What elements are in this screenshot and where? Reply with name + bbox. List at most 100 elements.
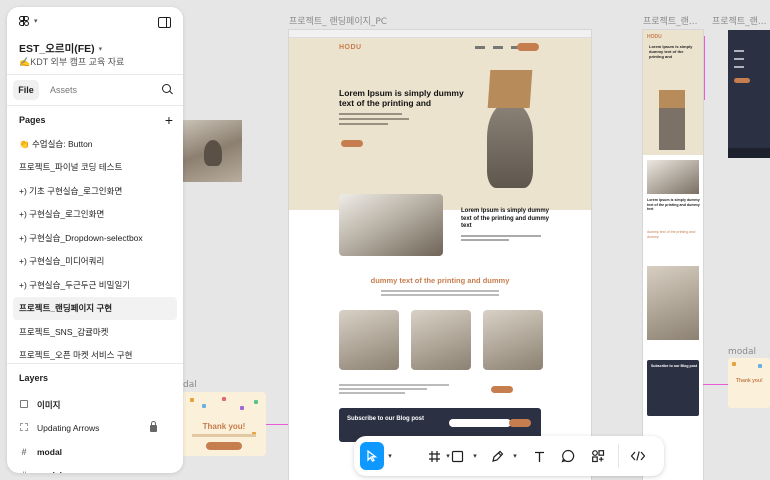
- menu-footer: [728, 148, 770, 158]
- modal-title: Thank you!: [736, 378, 763, 384]
- frame-label-right-1[interactable]: 프로젝트_랜...: [643, 14, 697, 27]
- landing-page-mobile-frame[interactable]: HODU Lorem Ipsum is simply dummy text of…: [643, 30, 703, 480]
- shape-tool-button[interactable]: [445, 442, 469, 470]
- layer-item[interactable]: Updating Arrows: [7, 417, 183, 441]
- frame-icon: [428, 450, 440, 462]
- mobile-hero-heading: Lorem Ipsum is simply dummy text of the …: [649, 44, 693, 59]
- modal-frame-right[interactable]: Thank you!: [728, 358, 770, 408]
- frame-icon: #: [19, 470, 29, 473]
- pen-icon: [491, 450, 503, 462]
- browser-bar: [289, 30, 591, 38]
- page-item[interactable]: 프로젝트_SNS_감귤마켓: [7, 320, 183, 344]
- subscribe-title: Subscribe to our Blog post: [347, 416, 425, 422]
- mobile-hero: HODU Lorem Ipsum is simply dummy text of…: [643, 30, 703, 155]
- page-item[interactable]: +) 기초 구현실습_로그인화면: [7, 179, 183, 203]
- modal-frame-left[interactable]: Thank you!: [182, 392, 266, 456]
- menu-line: [734, 50, 744, 52]
- bottom-toolbar: ▾ ▾ ▾ ▾: [354, 436, 664, 476]
- move-tool-button[interactable]: [360, 442, 384, 470]
- rectangle-icon: [451, 450, 463, 462]
- frame-tool-button[interactable]: [422, 442, 446, 470]
- mobile-subscribe-title: Subscribe to our Blog post: [651, 364, 698, 368]
- figma-logo-icon[interactable]: [19, 16, 31, 30]
- confetti: [222, 397, 226, 401]
- panel-toggle-icon[interactable]: [158, 17, 171, 28]
- hero-button: [341, 140, 363, 147]
- chevron-down-icon[interactable]: ▾: [511, 442, 519, 470]
- frame-label-landing-pc[interactable]: 프로젝트_ 랜딩페이지_PC: [289, 14, 387, 27]
- page-item[interactable]: 프로젝트_파이널 코딩 테스트: [7, 156, 183, 180]
- chevron-down-icon[interactable]: ▾: [34, 17, 38, 25]
- tab-file[interactable]: File: [13, 80, 39, 100]
- layers-panel: ▾ EST_오르미(FE) ▾ ✍️KDT 외부 캠프 교육 자료 File A…: [7, 7, 183, 473]
- cat-image-thumbnail[interactable]: [182, 120, 242, 182]
- mobile-subscribe: Subscribe to our Blog post: [647, 360, 699, 416]
- mobile-section-image: [647, 160, 699, 194]
- menu-button: [734, 78, 750, 83]
- image-icon: [19, 399, 29, 410]
- divider: [7, 74, 183, 75]
- page-item[interactable]: +) 구현실습_로그인화면: [7, 203, 183, 227]
- layer-item[interactable]: # modal: [7, 440, 183, 464]
- frame-label-right-2[interactable]: 프로젝트_랜...: [712, 14, 766, 27]
- confetti: [202, 404, 206, 408]
- landing-page-pc-frame[interactable]: HODU Lorem Ipsum is simply dummy text of…: [289, 30, 591, 480]
- hero-paragraph: [339, 113, 409, 128]
- layer-item[interactable]: # modal: [7, 464, 183, 473]
- actions-icon: [592, 450, 605, 463]
- file-name[interactable]: EST_오르미(FE) ▾: [19, 41, 102, 56]
- landing-nav: [475, 46, 521, 49]
- menu-line: [734, 66, 744, 68]
- pen-tool-button[interactable]: [485, 442, 509, 470]
- mobile-menu-frame[interactable]: [728, 30, 770, 158]
- prototype-connector: [703, 384, 728, 385]
- section-paragraph: [461, 235, 541, 243]
- lock-icon[interactable]: [150, 420, 157, 432]
- layer-item[interactable]: 이미지: [7, 393, 183, 417]
- chevron-down-icon[interactable]: ▾: [386, 442, 394, 470]
- page-item[interactable]: +) 구현실습_두근두근 비밀일기: [7, 273, 183, 297]
- modal-title: Thank you!: [202, 422, 246, 431]
- section-cat-image: [339, 194, 443, 256]
- toolbar-separator: [618, 444, 619, 468]
- dev-mode-toggle[interactable]: [624, 442, 652, 470]
- confetti: [732, 362, 736, 366]
- landing-nav-button: [517, 43, 539, 51]
- section3-heading: dummy text of the printing and dummy: [370, 276, 510, 285]
- chevron-down-icon[interactable]: ▾: [471, 442, 479, 470]
- comment-tool-button[interactable]: [556, 442, 580, 470]
- cat-gallery: [339, 310, 543, 370]
- divider: [7, 363, 183, 364]
- layer-name: 이미지: [37, 399, 61, 410]
- text-icon: [534, 451, 544, 462]
- page-item[interactable]: 👏 수업실습: Button: [7, 132, 183, 156]
- frame-label-modal-right[interactable]: modal: [728, 347, 756, 357]
- panel-top-bar: ▾: [7, 7, 183, 33]
- add-page-button[interactable]: +: [165, 113, 173, 127]
- search-icon[interactable]: [162, 84, 173, 95]
- file-title-text: EST_오르미(FE): [19, 43, 95, 55]
- page-item[interactable]: 프로젝트_랜딩페이지 구현: [13, 296, 177, 320]
- menu-line: [734, 58, 744, 60]
- divider: [7, 105, 183, 106]
- confetti: [240, 406, 244, 410]
- mobile-cat-gallery: [647, 266, 699, 340]
- tab-assets[interactable]: Assets: [50, 80, 77, 100]
- section4-paragraph: [339, 384, 449, 396]
- text-tool-button[interactable]: [527, 442, 551, 470]
- mobile-cat-image: [659, 90, 685, 150]
- mobile-section3-heading: dummy text of the printing and dummy: [647, 230, 696, 239]
- code-icon: [630, 451, 646, 461]
- comment-icon: [561, 449, 575, 463]
- layer-name: Updating Arrows: [37, 423, 100, 434]
- page-item[interactable]: +) 구현실습_미디어쿼리: [7, 250, 183, 274]
- prototype-connector: [704, 36, 705, 100]
- frame-label-modal-left[interactable]: dal: [183, 380, 197, 390]
- confetti: [758, 364, 762, 368]
- confetti: [254, 400, 258, 404]
- page-item[interactable]: +) 구현실습_Dropdown-selectbox: [7, 226, 183, 250]
- frame-icon: #: [21, 446, 27, 457]
- actions-tool-button[interactable]: [586, 442, 610, 470]
- subscribe-input: [449, 419, 511, 427]
- cat-in-box-image: [479, 70, 541, 188]
